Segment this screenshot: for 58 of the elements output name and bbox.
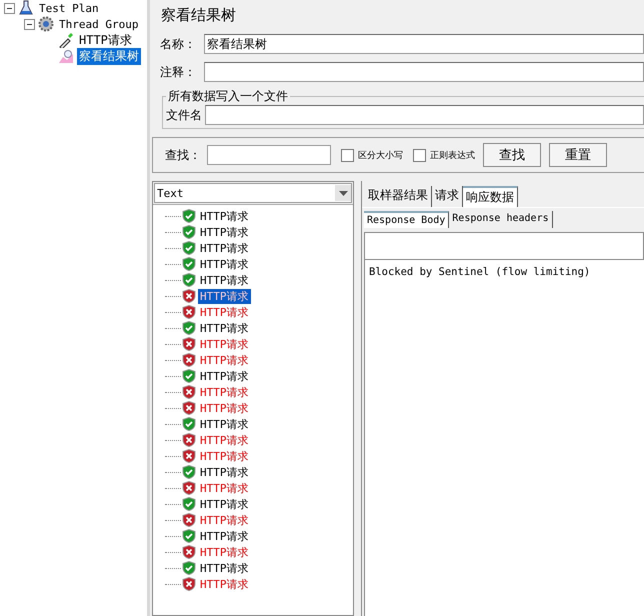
name-field[interactable]: 察看结果树 (204, 34, 644, 54)
pipette-icon (58, 32, 74, 48)
result-item[interactable]: HTTP请求 (198, 336, 250, 352)
checkbox[interactable] (413, 148, 426, 162)
result-item[interactable]: HTTP请求 (198, 512, 250, 528)
tree-item[interactable]: HTTP请求 (77, 32, 134, 48)
flask-icon (18, 0, 34, 16)
field-label: 文件名 (166, 106, 202, 124)
tab[interactable]: Response Body (364, 211, 450, 228)
result-item[interactable]: HTTP请求 (198, 400, 250, 416)
result-item[interactable]: HTTP请求 (198, 384, 250, 400)
result-item[interactable]: HTTP请求 (198, 480, 250, 496)
result-item[interactable]: HTTP请求 (198, 544, 250, 560)
collapse-icon[interactable] (24, 18, 35, 30)
result-item[interactable]: HTTP请求 (198, 560, 250, 576)
result-item[interactable]: HTTP请求 (198, 208, 250, 224)
result-item[interactable]: HTTP请求 (198, 272, 250, 288)
result-item[interactable]: HTTP请求 (198, 464, 250, 480)
action-button[interactable]: 重置 (549, 143, 607, 167)
renderer-dropdown[interactable]: Text (154, 183, 352, 203)
result-item[interactable]: HTTP请求 (198, 320, 250, 336)
result-item[interactable]: HTTP请求 (198, 352, 250, 368)
result-item[interactable]: HTTP请求 (198, 256, 250, 272)
field-label: 注释： (160, 64, 196, 80)
result-item[interactable]: HTTP请求 (198, 416, 250, 432)
result-item[interactable]: HTTP请求 (198, 432, 250, 448)
response-text: Blocked by Sentinel (flow limiting) (369, 266, 590, 278)
result-item[interactable]: HTTP请求 (198, 528, 250, 544)
checkbox-label: 区分大小写 (358, 150, 403, 162)
caret-icon (338, 190, 348, 196)
tab[interactable]: Response headers (449, 211, 553, 228)
result-item[interactable]: HTTP请求 (198, 288, 250, 304)
field-label: 查找： (165, 146, 201, 164)
panel-title: 察看结果树 (160, 5, 237, 26)
result-item[interactable]: HTTP请求 (198, 240, 250, 256)
collapse-icon[interactable] (4, 2, 15, 14)
tab[interactable]: 响应数据 (463, 186, 518, 207)
tree-item[interactable]: 察看结果树 (77, 48, 141, 64)
search-field[interactable] (207, 145, 331, 165)
result-item[interactable]: HTTP请求 (198, 368, 250, 384)
field-label: 名称： (160, 36, 196, 52)
result-item[interactable]: HTTP请求 (198, 496, 250, 512)
tree-item[interactable]: Thread Group (57, 18, 140, 30)
search-box[interactable] (364, 232, 644, 260)
result-item[interactable]: HTTP请求 (198, 304, 250, 320)
tree-item[interactable]: Test Plan (37, 2, 101, 14)
tab[interactable]: 取样器结果 (365, 186, 432, 207)
action-button[interactable]: 查找 (483, 143, 541, 167)
checkbox-label: 正则表达式 (430, 150, 475, 162)
gear-icon (38, 16, 54, 32)
result-item[interactable]: HTTP请求 (198, 576, 250, 592)
comment-field[interactable] (204, 62, 644, 82)
result-item[interactable]: HTTP请求 (198, 448, 250, 464)
result-item[interactable]: HTTP请求 (198, 224, 250, 240)
filename-field[interactable] (205, 105, 644, 125)
checkbox[interactable] (341, 148, 354, 162)
chart-icon (58, 48, 74, 64)
group-title: 所有数据写入一个文件 (167, 88, 289, 105)
